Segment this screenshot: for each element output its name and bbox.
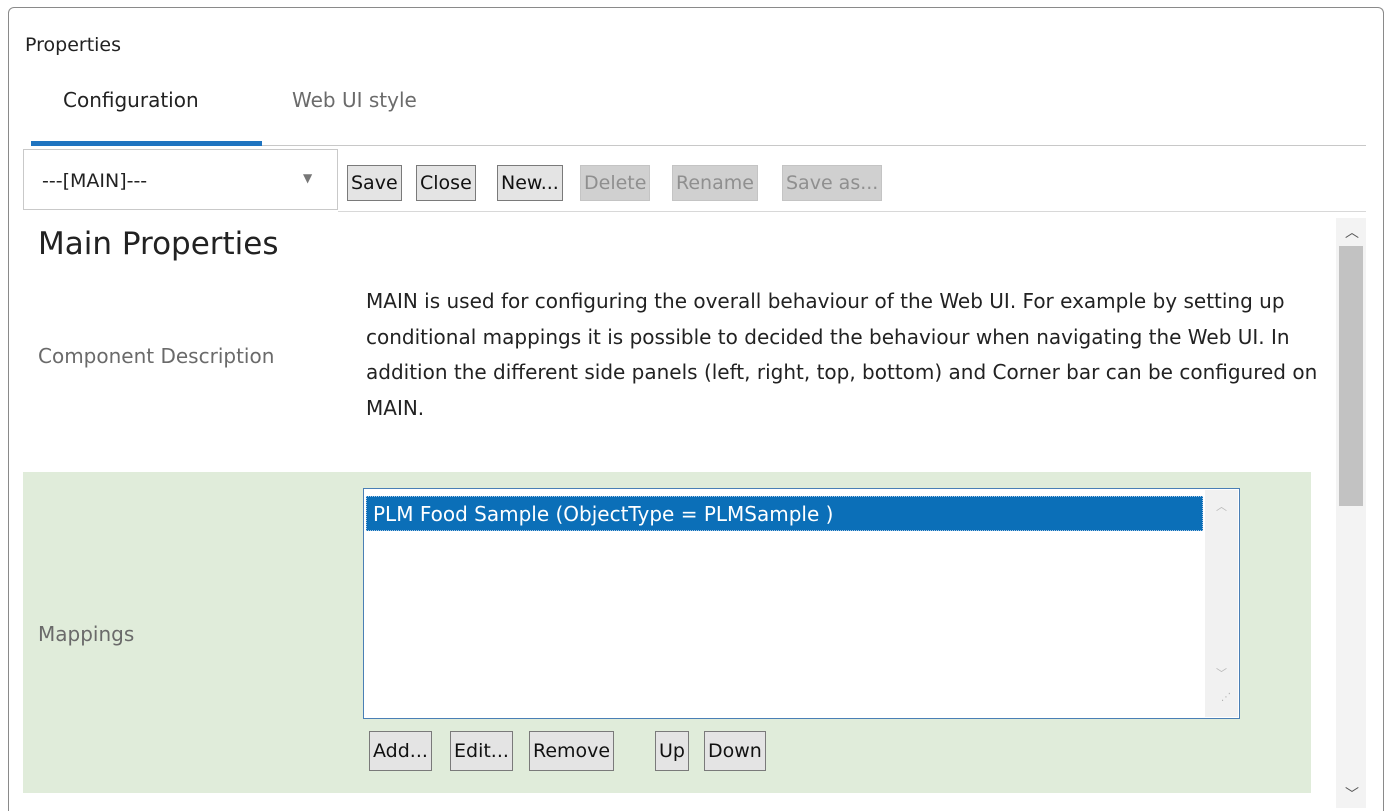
rename-button[interactable]: Rename: [672, 165, 758, 201]
chevron-down-icon: ▼: [303, 171, 313, 185]
edit-mapping-button[interactable]: Edit...: [450, 731, 513, 771]
component-select-value: ---[MAIN]---: [42, 170, 148, 192]
mappings-label: Mappings: [38, 622, 135, 646]
delete-button[interactable]: Delete: [580, 165, 651, 201]
resize-grip-icon[interactable]: ⋰: [1221, 692, 1231, 703]
main-scrollbar[interactable]: ︿ ﹀: [1336, 218, 1366, 808]
mappings-listbox[interactable]: PLM Food Sample (ObjectType = PLMSample …: [363, 488, 1240, 719]
close-button[interactable]: Close: [416, 165, 476, 201]
scrollbar-thumb[interactable]: [1339, 246, 1363, 506]
page-title: Main Properties: [38, 226, 279, 262]
toolbar-divider: [338, 211, 1366, 212]
component-description-label: Component Description: [38, 344, 275, 368]
listbox-scrollbar[interactable]: ︿ ﹀ ⋰: [1205, 490, 1238, 717]
remove-mapping-button[interactable]: Remove: [529, 731, 615, 771]
save-as-button[interactable]: Save as...: [782, 165, 883, 201]
move-up-button[interactable]: Up: [655, 731, 689, 771]
active-tab-indicator: [31, 141, 262, 146]
add-mapping-button[interactable]: Add...: [369, 731, 432, 771]
chevron-down-icon[interactable]: ﹀: [1216, 665, 1227, 681]
move-down-button[interactable]: Down: [704, 731, 766, 771]
chevron-up-icon[interactable]: ︿: [1216, 498, 1227, 514]
component-description: MAIN is used for configuring the overall…: [366, 289, 1318, 420]
list-item[interactable]: PLM Food Sample (ObjectType = PLMSample …: [366, 496, 1203, 531]
chevron-up-icon[interactable]: ︿: [1345, 222, 1359, 242]
chevron-down-icon[interactable]: ﹀: [1345, 784, 1359, 804]
save-button[interactable]: Save: [347, 165, 402, 201]
component-select[interactable]: ---[MAIN]--- ▼: [23, 149, 338, 210]
new-button[interactable]: New...: [497, 165, 563, 201]
tab-divider: [262, 145, 1366, 146]
panel-title: Properties: [25, 34, 122, 56]
tab-configuration[interactable]: Configuration: [63, 88, 199, 112]
tab-web-ui-style[interactable]: Web UI style: [292, 88, 417, 112]
